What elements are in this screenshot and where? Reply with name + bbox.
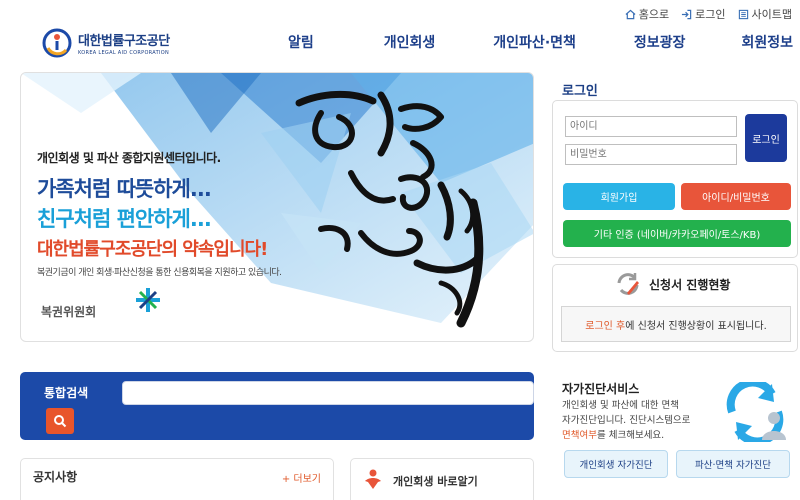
password-input[interactable] (565, 144, 737, 165)
notice-panel: 공지사항 + 더보기 (20, 458, 334, 500)
home-icon (625, 9, 636, 19)
application-status-title: 신청서 진행현황 (649, 278, 731, 292)
logo-english: KOREA LEGAL AID CORPORATION (78, 50, 169, 56)
logo-korean: 대한법률구조공단 (78, 34, 170, 49)
other-auth-button[interactable]: 기타 인증 (네이버/카카오페이/토스/KB) (563, 220, 791, 247)
hero-org-name: 복권위원회 (41, 305, 97, 319)
site-logo[interactable]: 대한법률구조공단 KOREA LEGAL AID CORPORATION (42, 28, 170, 58)
nav-rehabilitation[interactable]: 개인회생 (384, 32, 436, 52)
nav-info-plaza[interactable]: 정보광장 (634, 32, 686, 52)
sitemap-icon (738, 9, 748, 19)
notice-more-link[interactable]: + 더보기 (282, 470, 321, 485)
rehabilitation-self-check-button[interactable]: 개인회생 자가진단 (564, 450, 668, 478)
rehabilitation-guide-link[interactable]: 개인회생 바로알기 (350, 458, 534, 500)
bankruptcy-self-check-button[interactable]: 파산·면책 자가진단 (676, 450, 790, 478)
join-button[interactable]: 회원가입 (563, 183, 675, 210)
self-diagnosis-description: 개인회생 및 파산에 대한 면책 자가진단입니다. 진단시스템으로 면책여부를 … (562, 398, 722, 443)
notice-title: 공지사항 (33, 470, 78, 484)
hero-line-1: 가족처럼 따뜻하게... (37, 177, 212, 201)
logo-text: 대한법률구조공단 KOREA LEGAL AID CORPORATION (78, 30, 170, 56)
search-input[interactable] (122, 381, 534, 405)
self-diagnosis-panel: 자가진단서비스 개인회생 및 파산에 대한 면책 자가진단입니다. 진단시스템으… (552, 370, 798, 500)
integrated-search: 통합검색 (20, 372, 534, 440)
self-diagnosis-desc-line3: 면책여부를 체크해보세요. (562, 428, 722, 443)
logo-mark-icon (42, 28, 72, 58)
application-status-message: 로그인 후에 신청서 진행상황이 표시됩니다. (561, 306, 791, 342)
rehabilitation-person-icon (365, 469, 381, 489)
login-icon (682, 9, 692, 19)
self-diagnosis-desc-line2: 자가진단입니다. 진단시스템으로 (562, 415, 691, 426)
hero-description: 복권기금이 개인 회생·파산신청을 통한 신용회복을 지원하고 있습니다. (37, 268, 282, 278)
login-title: 로그인 (562, 84, 598, 99)
sitemap-label: 사이트맵 (751, 8, 792, 21)
self-diagnosis-user-icon (726, 382, 786, 442)
utility-nav: 홈으로 로그인 사이트맵 (625, 6, 792, 22)
login-panel: 로그인 회원가입 아이디/비밀번호 기타 인증 (네이버/카카오페이/토스/KB… (552, 100, 798, 258)
sitemap-link[interactable]: 사이트맵 (738, 6, 792, 22)
application-status-text: 에 신청서 진행상황이 표시됩니다. (625, 320, 767, 332)
nav-bankruptcy[interactable]: 개인파산·면책 (493, 32, 576, 52)
self-diagnosis-desc-line3-rest: 를 체크해보세요. (596, 430, 665, 441)
hero-banner[interactable]: 개인회생 및 파산 종합지원센터입니다. 가족처럼 따뜻하게... 친구처럼 편… (20, 72, 534, 342)
home-link[interactable]: 홈으로 (625, 6, 669, 22)
hero-line-3: 대한법률구조공단의 약속입니다! (37, 239, 268, 260)
home-link-label: 홈으로 (638, 8, 670, 21)
util-login-link[interactable]: 로그인 (681, 6, 726, 22)
util-login-label: 로그인 (695, 8, 726, 21)
self-diagnosis-desc-line1: 개인회생 및 파산에 대한 면책 (562, 400, 679, 411)
lottery-commission-logo-icon (136, 288, 160, 312)
application-status-panel: 신청서 진행현황 로그인 후에 신청서 진행상황이 표시됩니다. (552, 264, 798, 352)
nav-member-info[interactable]: 회원정보 (741, 32, 793, 52)
user-id-input[interactable] (565, 116, 737, 137)
hero-subtitle: 개인회생 및 파산 종합지원센터입니다. (37, 151, 221, 165)
search-label: 통합검색 (44, 386, 89, 400)
hero-line-2: 친구처럼 편안하게... (37, 207, 212, 231)
page: 홈으로 로그인 사이트맵 대한법률구조공단 KOREA LEGAL AID CO… (0, 0, 800, 500)
discharge-highlight: 면책여부 (562, 430, 597, 441)
search-button[interactable] (46, 408, 74, 434)
main-nav: 알림 개인회생 개인파산·면책 정보광장 회원정보 (280, 32, 793, 52)
login-required-highlight[interactable]: 로그인 후 (585, 317, 625, 332)
search-icon (54, 415, 67, 428)
rehabilitation-guide-label: 개인회생 바로알기 (393, 475, 478, 488)
login-button[interactable]: 로그인 (745, 114, 787, 162)
find-account-button[interactable]: 아이디/비밀번호 (681, 183, 791, 210)
self-diagnosis-title: 자가진단서비스 (562, 382, 640, 396)
nav-notice[interactable]: 알림 (288, 32, 314, 52)
refresh-edit-icon (617, 273, 639, 295)
